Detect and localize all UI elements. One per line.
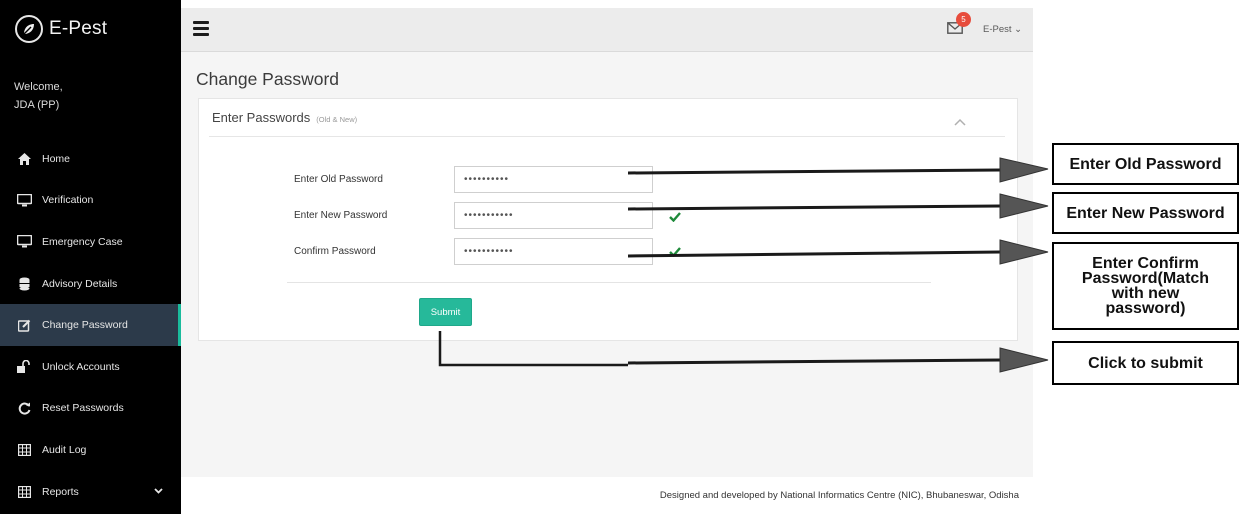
callout-enter-old-password: Enter Old Password bbox=[1052, 143, 1239, 185]
old-password-input[interactable]: •••••••••• bbox=[454, 166, 653, 193]
new-password-label: Enter New Password bbox=[294, 210, 388, 221]
sidebar-item-label: Unlock Accounts bbox=[42, 360, 120, 373]
database-icon bbox=[16, 276, 32, 292]
sidebar-item-verification[interactable]: Verification bbox=[0, 180, 181, 222]
form-divider bbox=[287, 282, 931, 283]
sidebar-item-reports[interactable]: Reports bbox=[0, 471, 181, 513]
welcome-text: Welcome, bbox=[14, 81, 63, 93]
notification-badge: 5 bbox=[956, 12, 971, 27]
callout-enter-confirm-password: Enter Confirm Password(Match with new pa… bbox=[1052, 242, 1239, 330]
sidebar-item-advisory-details[interactable]: Advisory Details bbox=[0, 263, 181, 305]
user-menu-label: E-Pest bbox=[983, 24, 1012, 35]
app-name: E-Pest bbox=[49, 18, 108, 39]
table-icon bbox=[16, 484, 32, 500]
sidebar-item-label: Reset Passwords bbox=[42, 402, 124, 415]
user-menu[interactable]: E-Pest ⌄ bbox=[983, 24, 1022, 35]
welcome-block: Welcome, JDA (PP) bbox=[14, 78, 63, 114]
page-title: Change Password bbox=[196, 69, 339, 89]
monitor-icon bbox=[16, 192, 32, 208]
check-icon bbox=[669, 209, 681, 223]
sidebar: E-Pest Welcome, JDA (PP) Home Verificati… bbox=[0, 0, 181, 514]
callout-click-to-submit: Click to submit bbox=[1052, 341, 1239, 385]
chevron-up-icon[interactable] bbox=[954, 113, 968, 126]
panel-divider bbox=[209, 136, 1005, 137]
sidebar-item-label: Emergency Case bbox=[42, 235, 123, 248]
chevron-down-icon bbox=[154, 485, 163, 497]
sidebar-item-home[interactable]: Home bbox=[0, 138, 181, 180]
app-root: E-Pest Welcome, JDA (PP) Home Verificati… bbox=[0, 0, 1243, 514]
confirm-password-input[interactable]: ••••••••••• bbox=[454, 238, 653, 265]
footer: Designed and developed by National Infor… bbox=[181, 477, 1033, 514]
panel-title: Enter Passwords (Old & New) bbox=[212, 110, 357, 125]
sidebar-item-emergency-case[interactable]: Emergency Case bbox=[0, 221, 181, 263]
table-icon bbox=[16, 442, 32, 458]
sidebar-item-reset-passwords[interactable]: Reset Passwords bbox=[0, 388, 181, 430]
old-password-label: Enter Old Password bbox=[294, 174, 383, 185]
top-navbar: 5 E-Pest ⌄ bbox=[181, 8, 1033, 52]
monitor-icon bbox=[16, 234, 32, 250]
home-icon bbox=[16, 151, 32, 167]
check-icon bbox=[669, 244, 681, 258]
change-password-panel: Enter Passwords (Old & New) Enter Old Pas… bbox=[198, 98, 1018, 341]
main-content: Change Password Enter Passwords (Old & Ne… bbox=[181, 52, 1033, 477]
welcome-username: JDA (PP) bbox=[14, 99, 60, 111]
sidebar-item-change-password[interactable]: Change Password bbox=[0, 304, 181, 346]
menu-toggle-icon[interactable] bbox=[193, 21, 209, 37]
submit-button[interactable]: Submit bbox=[419, 298, 472, 326]
sidebar-item-label: Audit Log bbox=[42, 443, 87, 456]
callout-enter-new-password: Enter New Password bbox=[1052, 192, 1239, 234]
unlock-icon bbox=[16, 359, 32, 375]
sidebar-item-label: Home bbox=[42, 152, 71, 165]
sidebar-menu: Home Verification Emergency Case Advisor… bbox=[0, 138, 181, 512]
chevron-down-icon: ⌄ bbox=[1011, 24, 1023, 35]
sidebar-item-audit-log[interactable]: Audit Log bbox=[0, 429, 181, 471]
sidebar-item-label: Advisory Details bbox=[42, 277, 118, 290]
footer-credit: Designed and developed by National Infor… bbox=[659, 490, 1019, 501]
refresh-icon bbox=[16, 400, 32, 416]
sidebar-item-label: Verification bbox=[42, 194, 94, 207]
sidebar-item-label: Change Password bbox=[42, 319, 128, 332]
new-password-input[interactable]: ••••••••••• bbox=[454, 202, 653, 229]
edit-icon bbox=[16, 317, 32, 333]
leaf-logo-icon bbox=[15, 15, 43, 43]
sidebar-item-label: Reports bbox=[42, 485, 79, 498]
brand[interactable]: E-Pest bbox=[15, 14, 107, 44]
confirm-password-label: Confirm Password bbox=[294, 246, 376, 257]
panel-title-text: Enter Passwords bbox=[212, 110, 311, 125]
panel-subtitle: (Old & New) bbox=[316, 115, 358, 124]
sidebar-item-unlock-accounts[interactable]: Unlock Accounts bbox=[0, 346, 181, 388]
